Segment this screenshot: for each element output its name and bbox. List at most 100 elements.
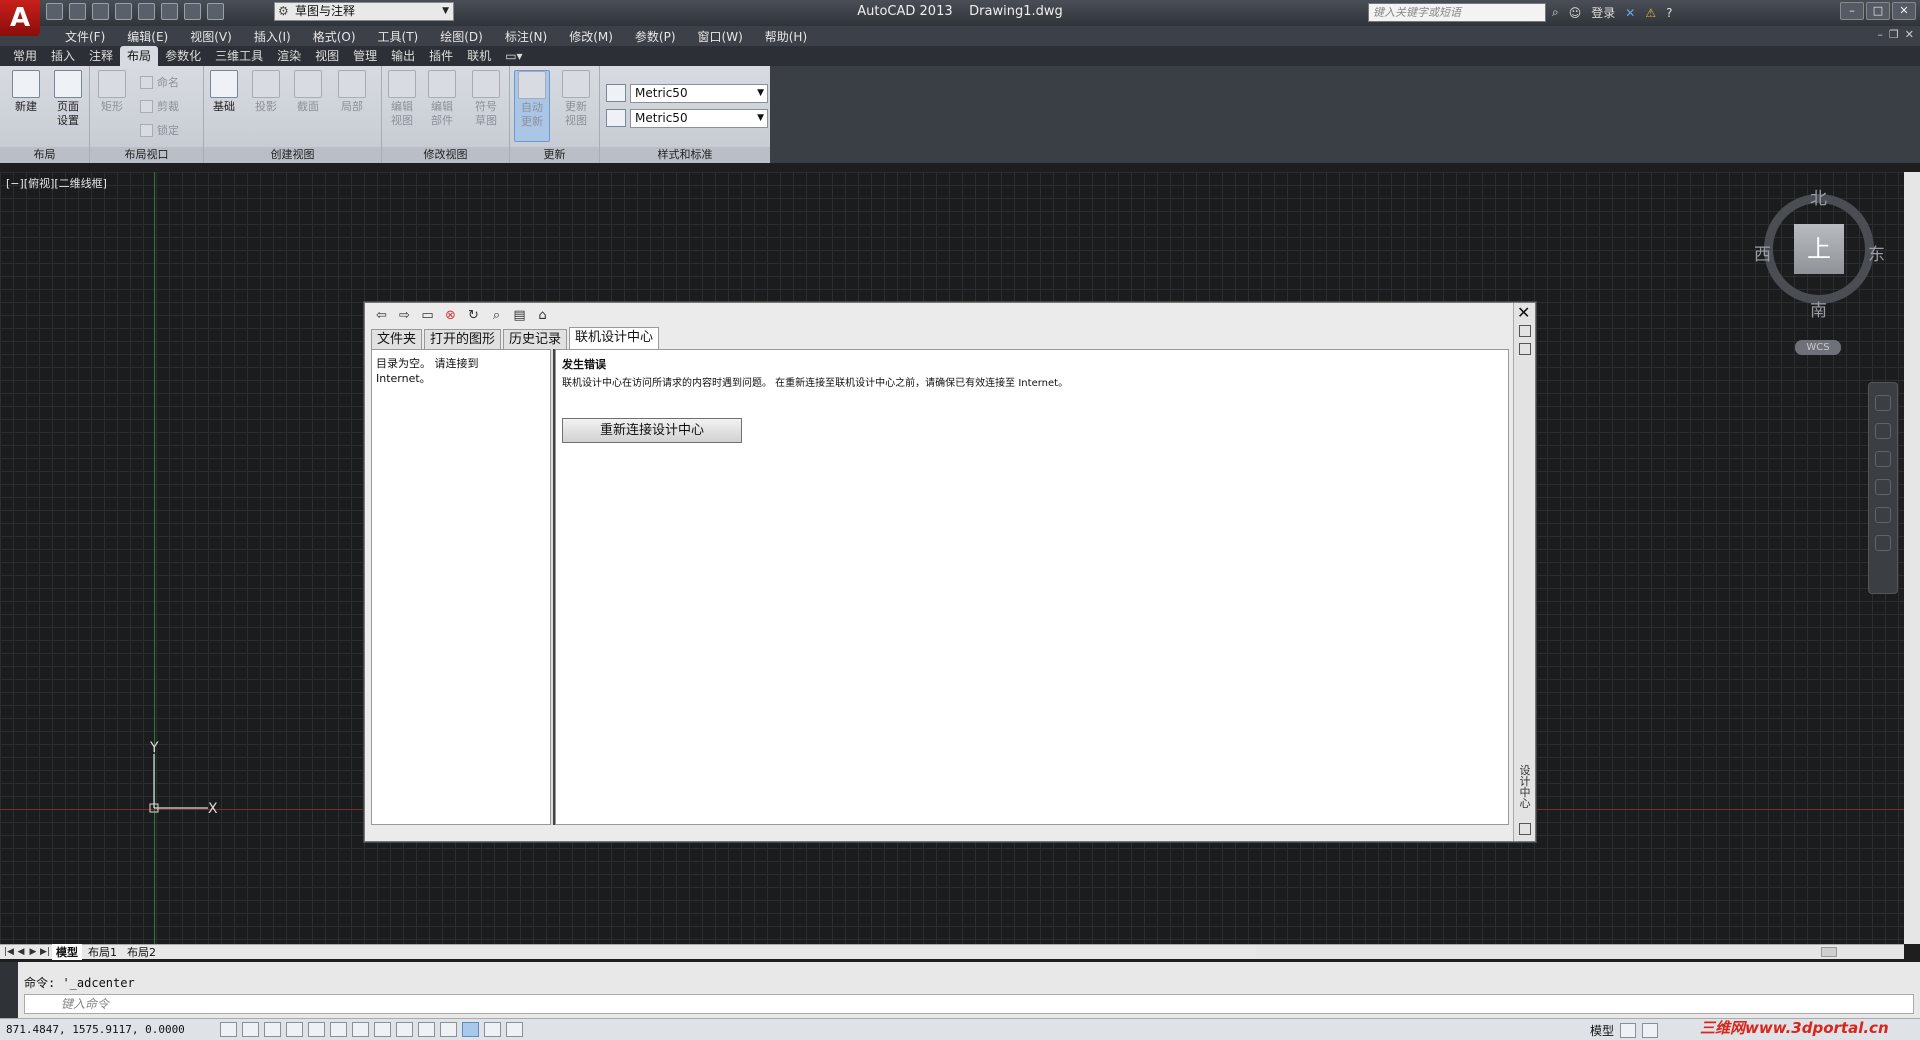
open-file-icon[interactable] (69, 3, 86, 20)
menu-item-8[interactable]: 修改(M) (558, 28, 624, 45)
ribbon-tab-10[interactable]: 插件 (422, 46, 460, 66)
tab-layout2[interactable]: 布局2 (123, 944, 160, 960)
new-file-icon[interactable] (46, 3, 63, 20)
design-center-tab-2[interactable]: 历史记录 (503, 329, 568, 349)
compass-west[interactable]: 西 (1754, 240, 1771, 265)
menu-item-11[interactable]: 帮助(H) (754, 28, 818, 45)
ribbon-tab-8[interactable]: 管理 (346, 46, 384, 66)
tab-model[interactable]: 模型 (52, 944, 82, 960)
quick-view-drawings-icon[interactable] (1642, 1023, 1659, 1038)
search-icon[interactable]: ⌕ (488, 308, 505, 324)
menu-item-7[interactable]: 标注(N) (494, 28, 558, 45)
osnap-toggle[interactable] (330, 1022, 347, 1037)
horizontal-scrollbar[interactable] (1256, 944, 1904, 959)
menu-item-3[interactable]: 插入(I) (243, 28, 302, 45)
view-style-dropdown[interactable]: Metric50 (630, 84, 768, 103)
tab-layout1[interactable]: 布局1 (84, 944, 121, 960)
ribbon-tab-11[interactable]: 联机 (460, 46, 498, 66)
design-center-tab-3[interactable]: 联机设计中心 (569, 327, 660, 349)
lock-viewport-button[interactable]: 锁定 (140, 122, 179, 138)
symbol-sketch-button[interactable]: 符号 草图 (468, 70, 504, 128)
application-menu-button[interactable]: A (0, 0, 40, 36)
close-icon[interactable]: ✕ (1892, 2, 1916, 20)
prev-tab-icon[interactable]: ◀ (16, 947, 26, 957)
save-icon[interactable] (92, 3, 109, 20)
viewcube-top-face[interactable]: 上 (1794, 224, 1844, 274)
section-style-dropdown[interactable]: Metric50 (630, 109, 768, 128)
clip-viewport-button[interactable]: 剪裁 (140, 98, 179, 114)
stop-icon[interactable]: ⊗ (442, 308, 459, 324)
polar-toggle[interactable] (308, 1022, 325, 1037)
design-center-tab-1[interactable]: 打开的图形 (424, 329, 502, 349)
ribbon-tab-1[interactable]: 插入 (44, 46, 82, 66)
redo-icon[interactable] (207, 3, 224, 20)
command-input[interactable]: 键入命令 (24, 994, 1914, 1014)
menu-item-4[interactable]: 格式(O) (302, 28, 367, 45)
last-tab-icon[interactable]: ▶| (40, 947, 50, 957)
update-view-button[interactable]: 更新 视图 (558, 70, 594, 128)
new-layout-button[interactable]: 新建 (8, 70, 44, 114)
ribbon-tab-2[interactable]: 注释 (82, 46, 120, 66)
lineweight-toggle[interactable] (440, 1022, 457, 1037)
coordinate-readout[interactable]: 871.4847, 1575.9117, 0.0000 (6, 1023, 185, 1036)
print-icon[interactable] (161, 3, 178, 20)
binoculars-icon[interactable]: ⌕ (1552, 5, 1559, 20)
save-as-icon[interactable] (115, 3, 132, 20)
snap-toggle[interactable] (242, 1022, 259, 1037)
menu-item-9[interactable]: 参数(P) (624, 28, 687, 45)
horizontal-scroll-thumb[interactable] (1821, 947, 1837, 957)
forward-icon[interactable]: ⇨ (396, 308, 413, 324)
command-window-handle[interactable] (0, 962, 18, 1018)
quick-view-layouts-icon[interactable] (1620, 1023, 1637, 1038)
infer-constraints-toggle[interactable] (220, 1022, 237, 1037)
name-viewport-button[interactable]: 命名 (140, 74, 179, 90)
minimize-icon[interactable]: – (1840, 2, 1864, 20)
menu-item-0[interactable]: 文件(F) (54, 28, 116, 45)
auto-update-button[interactable]: 自动 更新 (514, 70, 550, 142)
pan-icon[interactable] (1875, 423, 1891, 439)
navbar-settings-icon[interactable] (1875, 535, 1891, 551)
maximize-icon[interactable]: □ (1866, 2, 1890, 20)
first-tab-icon[interactable]: |◀ (4, 947, 14, 957)
help-icon[interactable]: ? (1666, 6, 1672, 20)
edit-component-button[interactable]: 编辑 部件 (424, 70, 460, 128)
quick-properties-toggle[interactable] (484, 1022, 501, 1037)
folder-tree-pane[interactable]: 目录为空。 请连接到 Internet。 (371, 349, 551, 825)
up-folder-icon[interactable]: ▭ (419, 308, 436, 324)
compass-east[interactable]: 东 (1868, 240, 1885, 265)
next-tab-icon[interactable]: ▶ (28, 947, 38, 957)
viewport-controls-label[interactable]: [−][俯视][二维线框] (6, 175, 107, 191)
grid-toggle[interactable] (264, 1022, 281, 1037)
vertical-scrollbar[interactable] (1904, 172, 1920, 944)
steering-wheel-icon[interactable] (1875, 395, 1891, 411)
menu-item-1[interactable]: 编辑(E) (116, 28, 179, 45)
model-space-label[interactable]: 模型 (1590, 1022, 1614, 1039)
ribbon-minimize-icon[interactable]: ▭▾ (498, 46, 529, 66)
home-icon[interactable]: ⌂ (534, 308, 551, 324)
ortho-toggle[interactable] (286, 1022, 303, 1037)
base-view-button[interactable]: 基础 (206, 70, 242, 114)
ribbon-tab-6[interactable]: 渲染 (270, 46, 308, 66)
page-setup-button[interactable]: 页面 设置 (50, 70, 86, 128)
viewcube[interactable]: 上 北 南 东 西 (1754, 184, 1885, 321)
dyn-toggle[interactable] (418, 1022, 435, 1037)
menu-item-10[interactable]: 窗口(W) (687, 28, 754, 45)
help-search-input[interactable]: 键入关键字或短语 (1368, 3, 1546, 22)
design-center-tab-0[interactable]: 文件夹 (371, 329, 423, 349)
edit-view-button[interactable]: 编辑 视图 (384, 70, 420, 128)
warning-icon[interactable]: ⚠ (1645, 6, 1656, 20)
compass-north[interactable]: 北 (1810, 184, 1827, 209)
plot-icon[interactable] (138, 3, 155, 20)
ribbon-tab-0[interactable]: 常用 (6, 46, 44, 66)
reconnect-design-center-button[interactable]: 重新连接设计中心 (562, 418, 742, 443)
user-icon[interactable]: ☺ (1569, 6, 1582, 20)
ribbon-tab-9[interactable]: 输出 (384, 46, 422, 66)
ribbon-tab-4[interactable]: 参数化 (158, 46, 208, 66)
undo-icon[interactable] (184, 3, 201, 20)
projected-view-button[interactable]: 投影 (248, 70, 284, 114)
rectangle-viewport-button[interactable]: 矩形 (94, 70, 130, 114)
exchange-icon[interactable]: ✕ (1625, 6, 1635, 20)
palette-properties-icon[interactable] (1519, 343, 1531, 355)
doc-restore-icon[interactable]: ❐ (1889, 28, 1899, 41)
login-link[interactable]: 登录 (1591, 4, 1615, 21)
